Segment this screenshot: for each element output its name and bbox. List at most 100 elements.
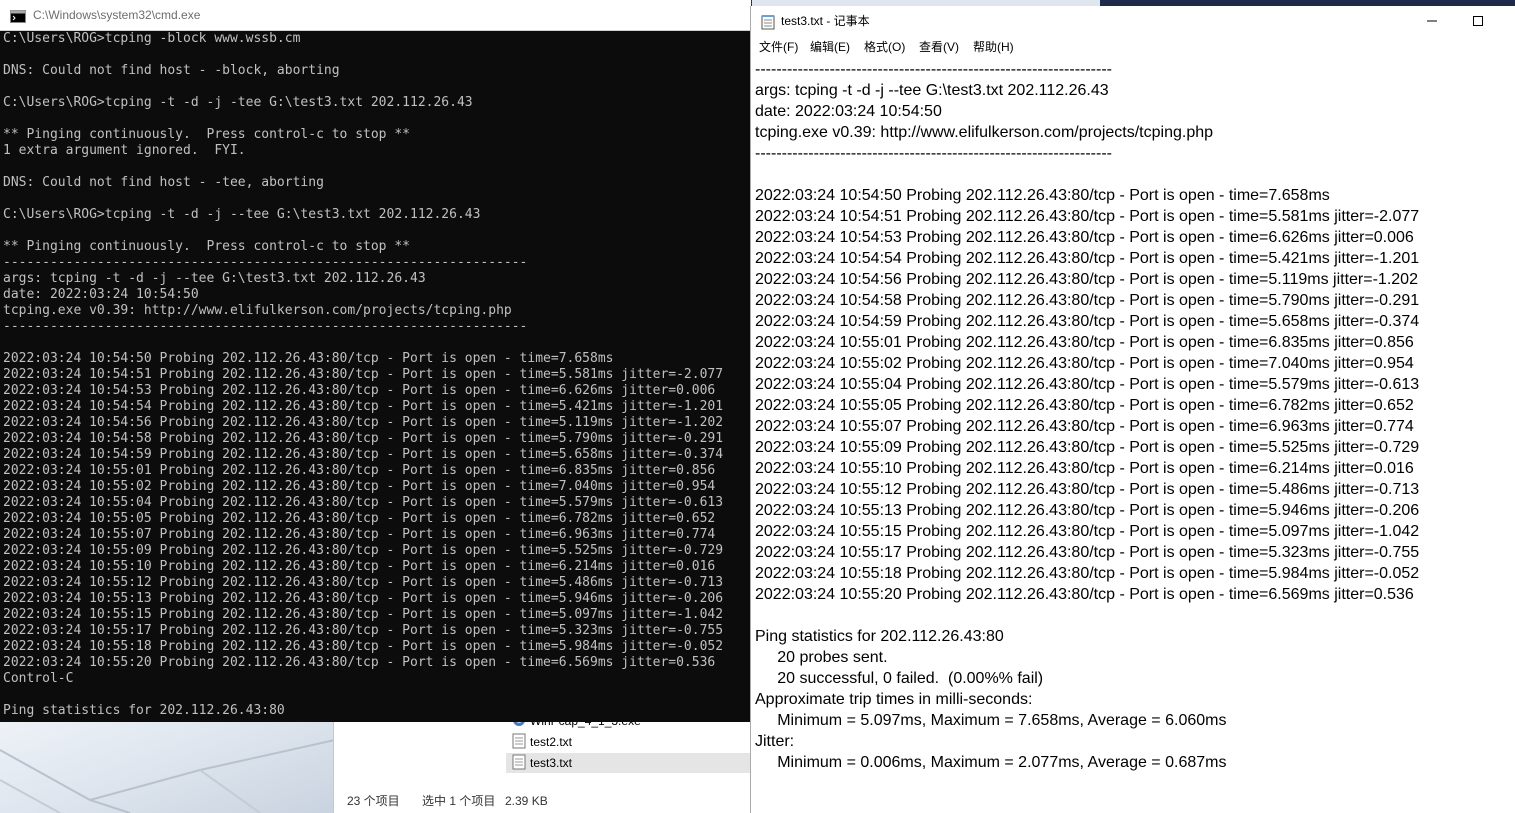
text-line: ----------------------------------------… [3,255,528,270]
text-line: 2022:03:24 10:54:53 Probing 202.112.26.4… [755,229,1414,246]
minimize-button[interactable] [1409,6,1455,36]
text-line: 2022:03:24 10:55:07 Probing 202.112.26.4… [755,418,1414,435]
notepad-title: test3.txt - 记事本 [781,14,870,28]
text-line: 2022:03:24 10:54:59 Probing 202.112.26.4… [3,447,724,462]
menu-format[interactable]: 格式(O) [864,36,905,58]
text-line: 2022:03:24 10:55:15 Probing 202.112.26.4… [755,523,1420,540]
text-line: 2022:03:24 10:54:54 Probing 202.112.26.4… [3,399,724,414]
notepad-window[interactable]: test3.txt - 记事本 文件(F) 编辑(E) 格式(O) 查看(V) … [750,6,1515,813]
text-line [3,223,749,239]
text-line [3,79,749,95]
text-line: 2022:03:24 10:55:17 Probing 202.112.26.4… [3,623,724,638]
maximize-button[interactable] [1455,6,1501,36]
text-line: 2022:03:24 10:55:17 Probing 202.112.26.4… [755,544,1420,561]
text-line: 2022:03:24 10:55:09 Probing 202.112.26.4… [3,543,724,558]
text-line: C:\Users\ROG>tcping -block www.wssb.cm [3,31,301,46]
text-line: 20 successful, 0 failed. (0.00%% fail) [755,670,1044,687]
text-line: ----------------------------------------… [755,145,1112,162]
menu-help[interactable]: 帮助(H) [973,36,1014,58]
text-line: Ping statistics for 202.112.26.43:80 [3,703,285,718]
text-line: Ping statistics for 202.112.26.43:80 [755,628,1004,645]
text-line: Minimum = 5.097ms, Maximum = 7.658ms, Av… [755,712,1227,729]
menu-file[interactable]: 文件(F) [759,36,798,58]
notepad-text-area[interactable]: ----------------------------------------… [755,59,1510,811]
text-line: 2022:03:24 10:55:13 Probing 202.112.26.4… [3,591,724,606]
cmd-icon [10,8,26,23]
text-line: 2022:03:24 10:55:09 Probing 202.112.26.4… [755,439,1420,456]
explorer-statusbar: 23 个项目 选中 1 个项目 2.39 KB [334,790,752,813]
text-line: tcping.exe v0.39: http://www.elifulkerso… [3,303,512,318]
cmd-titlebar[interactable]: C:\Windows\system32\cmd.exe [0,0,751,31]
text-line: 2022:03:24 10:54:56 Probing 202.112.26.4… [755,271,1418,288]
text-line: 2022:03:24 10:54:50 Probing 202.112.26.4… [755,187,1330,204]
text-line: 2022:03:24 10:54:51 Probing 202.112.26.4… [755,208,1420,225]
text-line: 2022:03:24 10:54:56 Probing 202.112.26.4… [3,415,724,430]
text-line: 1 extra argument ignored. FYI. [3,143,246,158]
text-line: 2022:03:24 10:55:18 Probing 202.112.26.4… [755,565,1420,582]
text-line: 2022:03:24 10:54:50 Probing 202.112.26.4… [3,351,614,366]
text-line [3,335,749,351]
file-row-test2[interactable]: test2.txt [506,732,750,752]
selected-size: 2.39 KB [505,794,548,808]
text-line: 2022:03:24 10:55:05 Probing 202.112.26.4… [3,511,716,526]
notepad-icon [761,14,775,30]
text-line: ** Pinging continuously. Press control-c… [3,239,410,254]
text-line: C:\Users\ROG>tcping -t -d -j --tee G:\te… [3,207,481,222]
text-file-icon [512,754,526,770]
text-line: Minimum = 0.006ms, Maximum = 2.077ms, Av… [755,754,1227,771]
text-line: 2022:03:24 10:55:02 Probing 202.112.26.4… [755,355,1414,372]
text-line: 2022:03:24 10:55:12 Probing 202.112.26.4… [3,575,724,590]
file-name: test2.txt [530,735,573,749]
text-line: ** Pinging continuously. Press control-c… [3,127,410,142]
notepad-menubar: 文件(F) 编辑(E) 格式(O) 查看(V) 帮助(H) [751,36,1515,58]
menu-view[interactable]: 查看(V) [919,36,959,58]
text-line: 2022:03:24 10:55:15 Probing 202.112.26.4… [3,607,724,622]
text-line: date: 2022:03:24 10:54:50 [3,287,199,302]
text-line: args: tcping -t -d -j --tee G:\test3.txt… [3,271,426,286]
text-line: 2022:03:24 10:55:18 Probing 202.112.26.4… [3,639,724,654]
text-line [3,687,749,703]
item-count: 23 个项目 [347,794,400,808]
text-line: DNS: Could not find host - -tee, abortin… [3,175,324,190]
menu-edit[interactable]: 编辑(E) [810,36,850,58]
text-line: 2022:03:24 10:55:02 Probing 202.112.26.4… [3,479,716,494]
text-line: 2022:03:24 10:55:10 Probing 202.112.26.4… [3,559,716,574]
text-line: 20 probes sent. [755,649,888,666]
text-line: 2022:03:24 10:54:59 Probing 202.112.26.4… [755,313,1420,330]
text-line: Approximate trip times in milli-seconds: [755,691,1033,708]
text-line: 2022:03:24 10:55:05 Probing 202.112.26.4… [755,397,1414,414]
text-line: date: 2022:03:24 10:54:50 [755,103,942,120]
text-file-icon [512,733,526,749]
text-line: 2022:03:24 10:55:13 Probing 202.112.26.4… [755,502,1420,519]
cmd-console-output[interactable]: C:\Users\ROG>tcping -block www.wssb.cm DN… [3,31,749,721]
text-line: ----------------------------------------… [755,61,1112,78]
text-line: 2022:03:24 10:54:51 Probing 202.112.26.4… [3,367,724,382]
text-line: 2022:03:24 10:54:58 Probing 202.112.26.4… [755,292,1420,309]
text-line: 2022:03:24 10:54:54 Probing 202.112.26.4… [755,250,1420,267]
text-line [755,164,1510,185]
cmd-title: C:\Windows\system32\cmd.exe [33,8,201,22]
text-line: 2022:03:24 10:55:20 Probing 202.112.26.4… [755,586,1414,603]
file-row-test3[interactable]: test3.txt [506,753,750,773]
text-line: DNS: Could not find host - -block, abort… [3,63,340,78]
notepad-titlebar[interactable]: test3.txt - 记事本 [751,6,1515,36]
text-line: ----------------------------------------… [3,319,528,334]
cmd-window[interactable]: C:\Windows\system32\cmd.exe C:\Users\ROG… [0,0,752,722]
text-line: Control-C [3,671,74,686]
desktop-wallpaper [0,720,335,813]
text-line: 2022:03:24 10:55:04 Probing 202.112.26.4… [3,495,724,510]
text-line: 2022:03:24 10:55:07 Probing 202.112.26.4… [3,527,716,542]
file-name: test3.txt [530,756,573,770]
text-line [3,159,749,175]
text-line [3,111,749,127]
text-line [3,191,749,207]
text-line: 2022:03:24 10:55:20 Probing 202.112.26.4… [3,655,716,670]
text-line: 2022:03:24 10:55:12 Probing 202.112.26.4… [755,481,1420,498]
text-line: args: tcping -t -d -j --tee G:\test3.txt… [755,82,1109,99]
text-line [755,605,1510,626]
text-line [3,47,749,63]
text-line: 2022:03:24 10:55:10 Probing 202.112.26.4… [755,460,1414,477]
text-line: tcping.exe v0.39: http://www.elifulkerso… [755,124,1214,141]
text-line: 2022:03:24 10:55:01 Probing 202.112.26.4… [755,334,1414,351]
text-line: 2022:03:24 10:55:04 Probing 202.112.26.4… [755,376,1420,393]
